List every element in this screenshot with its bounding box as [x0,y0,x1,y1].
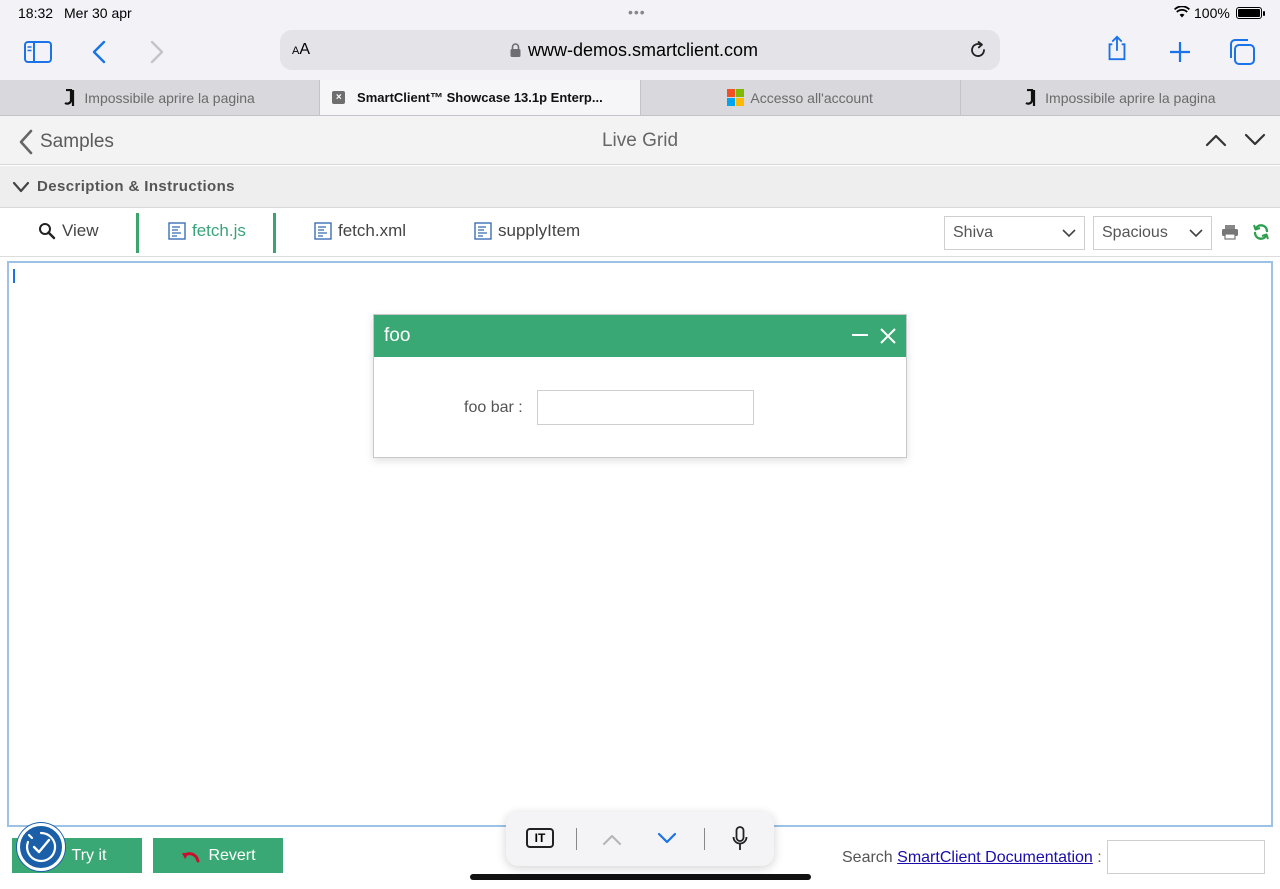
browser-tab-label: Accesso all'account [750,89,873,106]
foo-bar-label: foo bar : [464,399,523,416]
search-prefix: Search [842,849,893,866]
density-select[interactable]: Spacious [1093,216,1212,250]
next-sample-icon[interactable] [1244,133,1266,147]
foo-bar-input[interactable] [537,390,754,425]
new-tab-icon[interactable] [1165,38,1195,66]
browser-tab-2[interactable]: × SmartClient™ Showcase 13.1p Enterp... [320,80,641,115]
close-tab-icon[interactable]: × [332,91,346,104]
tab-view[interactable]: View [38,221,99,241]
juventus-logo-icon [64,88,78,107]
accessibility-icon [26,831,57,863]
printer-icon[interactable] [1221,224,1239,240]
back-icon[interactable] [86,38,116,66]
close-icon[interactable] [879,327,897,345]
file-icon [168,222,186,240]
skin-select-value: Shiva [953,224,994,241]
foo-dialog: foo foo bar : [373,314,907,458]
description-label: Description & Instructions [37,178,235,195]
tab-fetch-xml[interactable]: fetch.xml [314,221,406,241]
share-icon[interactable] [1102,34,1132,62]
tab-label: fetch.xml [338,221,407,240]
browser-tab-3[interactable]: Accesso all'account [641,80,961,115]
description-section-header[interactable]: Description & Instructions [0,166,1280,208]
url-text[interactable]: www-demos.smartclient.com [528,40,758,61]
skin-select[interactable]: Shiva [944,216,1085,250]
keyboard-language-button[interactable]: IT [526,828,554,848]
multitasking-dots-icon[interactable]: ••• [628,4,646,20]
divider [576,828,577,850]
search-suffix: : [1092,849,1102,866]
page-title: Live Grid [601,130,679,151]
tab-label: fetch.js [192,221,246,240]
refresh-icon[interactable] [1252,223,1270,241]
chevron-down-icon [1062,229,1076,238]
density-select-value: Spacious [1102,224,1168,241]
tab-supply-item[interactable]: supplyItem [474,221,580,241]
revert-label: Revert [208,846,256,864]
browser-tab-1[interactable]: Impossibile aprire la pagina [0,80,321,115]
browser-tab-label: Impossibile aprire la pagina [84,89,255,106]
divider [704,828,705,850]
browser-tabs: Impossibile aprire la pagina × SmartClie… [0,80,1280,116]
tab-fetch-js[interactable]: fetch.js [168,221,246,241]
home-indicator [470,874,811,880]
source-tabs: View fetch.js fetch.xml supplyItem Shiva… [0,209,1280,257]
battery-percent: 100% [1194,5,1230,21]
try-it-label: Try it [71,846,107,864]
revert-button[interactable]: Revert [153,838,283,873]
forward-icon[interactable] [142,38,172,66]
doc-search-label: Search SmartClient Documentation : [842,849,1102,867]
reload-icon[interactable] [968,40,988,60]
browser-toolbar: AA www-demos.smartclient.com [0,26,1280,80]
battery-icon [1236,7,1265,19]
browser-tab-4[interactable]: Impossibile aprire la pagina [961,80,1280,115]
status-date: Mer 30 apr [64,5,132,21]
keyboard-shortcut-bar: IT [506,812,774,866]
tab-divider [136,213,139,253]
browser-tab-label: Impossibile aprire la pagina [1045,89,1216,106]
dialog-header[interactable]: foo [374,315,906,357]
microsoft-logo-icon [727,89,745,106]
tab-divider [273,213,276,253]
search-icon [39,223,56,240]
file-icon [314,222,332,240]
text-caret [13,269,15,283]
previous-field-icon[interactable] [602,834,622,846]
accessibility-button[interactable] [17,823,65,871]
juventus-logo-icon [1025,88,1039,107]
microphone-icon[interactable] [732,826,748,852]
web-page: Samples Live Grid Description & Instruct… [0,117,1280,889]
tab-label: View [62,221,99,240]
text-size-button[interactable]: AA [292,41,310,59]
dialog-title: foo [384,325,411,346]
status-time: 18:32 [18,5,54,21]
sidebar-icon[interactable] [23,38,53,66]
wifi-icon [1174,6,1190,18]
status-bar: 18:32 Mer 30 apr ••• 100% [0,0,1280,26]
address-bar[interactable]: AA www-demos.smartclient.com [280,30,1000,70]
browser-tab-label: SmartClient™ Showcase 13.1p Enterp... [357,90,603,105]
tabs-overview-icon[interactable] [1228,38,1258,66]
tab-label: supplyItem [498,221,581,240]
doc-search-input[interactable] [1107,840,1265,874]
next-field-icon[interactable] [657,832,677,844]
documentation-link[interactable]: SmartClient Documentation [897,849,1093,866]
sample-nav-bar: Samples Live Grid [0,117,1280,165]
chevron-down-icon [1189,229,1203,238]
minimize-icon[interactable] [852,334,868,336]
lock-icon [510,43,521,57]
file-icon [474,222,492,240]
previous-sample-icon[interactable] [1205,133,1227,147]
undo-icon [182,851,200,862]
chevron-down-icon [12,181,30,193]
